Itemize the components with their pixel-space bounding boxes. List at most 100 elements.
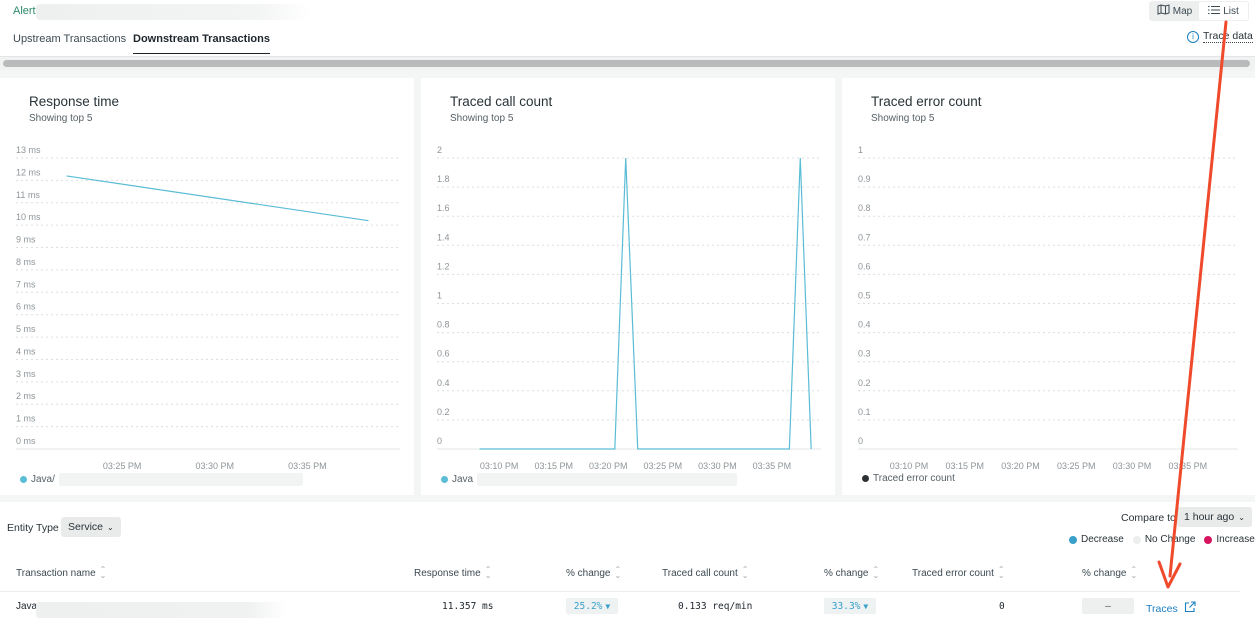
x-tick-label: 03:35 PM: [288, 461, 327, 471]
legend-label: Java/: [31, 474, 55, 485]
response-time-chart[interactable]: 0 ms 1 ms 2 ms 3 ms 4 ms 5 ms 6 ms 7 ms 8 ms 9 ms…: [0, 78, 414, 495]
x-tick-label: 03:25 PM: [644, 461, 683, 471]
entity-type-select[interactable]: Service ⌄: [61, 517, 121, 537]
legend-swatch: [862, 475, 869, 482]
y-tick-label: 1.4: [437, 232, 450, 242]
tab-downstream-transactions[interactable]: Downstream Transactions: [133, 33, 270, 54]
decrease-arrow-icon: ▼: [605, 601, 611, 611]
y-tick-label: 11 ms: [16, 190, 40, 200]
traced-error-change-badge: –: [1082, 598, 1134, 614]
header-divider: [0, 591, 1240, 592]
y-tick-label: 1.2: [437, 261, 450, 271]
column-label: Transaction name: [16, 567, 96, 579]
redacted-transaction-name: [36, 602, 286, 618]
y-tick-label: 6 ms: [16, 302, 36, 312]
y-tick-label: 0.3: [858, 349, 871, 359]
y-tick-label: 1.8: [437, 174, 450, 184]
y-tick-label: 9 ms: [16, 235, 36, 245]
x-tick-label: 03:30 PM: [1113, 461, 1152, 471]
y-tick-label: 1: [858, 145, 863, 155]
response-time-chart-card: Response time Showing top 5 0 ms 1 ms 2 ms…: [0, 78, 414, 495]
chevron-down-icon: ⌄: [1238, 512, 1245, 522]
redacted-series-name: [58, 473, 303, 486]
column-header-traced-call-count[interactable]: Traced call count ⌃ ⌄: [662, 565, 749, 580]
chart-legend[interactable]: Java: [441, 473, 738, 486]
decrease-swatch: [1069, 535, 1077, 544]
change-value: –: [1105, 600, 1111, 612]
column-label: % change: [566, 567, 611, 579]
sort-icon: ⌃ ⌄: [484, 565, 492, 580]
x-tick-label: 03:15 PM: [534, 461, 573, 471]
column-header-response-time-change[interactable]: % change ⌃ ⌄: [566, 565, 622, 580]
x-tick-label: 03:30 PM: [698, 461, 737, 471]
list-icon: [1208, 5, 1221, 18]
sort-icon: ⌃ ⌄: [741, 565, 749, 580]
traced-call-count-chart-card: Traced call count Showing top 5 0 0.2 0.4 0…: [421, 78, 835, 495]
change-legend: Decrease No Change Increase: [1069, 534, 1255, 545]
x-tick-label: 03:10 PM: [890, 461, 929, 471]
x-tick-label: 03:25 PM: [1057, 461, 1096, 471]
legend-label: Decrease: [1081, 534, 1124, 545]
horizontal-scrollbar[interactable]: [0, 56, 1255, 70]
response-time-change-badge: 25.2% ▼: [566, 598, 618, 614]
list-view-button[interactable]: List: [1199, 2, 1248, 20]
traced-error-count-chart[interactable]: 0 0.1 0.2 0.3 0.4 0.5 0.6 0.7 0.8 0.9 1 03:10 PM 03:…: [842, 78, 1255, 495]
series-line-0: [479, 157, 812, 450]
change-value: 33.3%: [831, 600, 861, 612]
charts-area: Response time Showing top 5 0 ms 1 ms 2 ms…: [0, 70, 1255, 502]
legend-decrease: Decrease: [1069, 534, 1124, 545]
legend-swatch: [20, 476, 27, 483]
y-tick-label: 3 ms: [16, 369, 36, 379]
column-label: Traced call count: [662, 567, 738, 579]
column-header-transaction-name[interactable]: Transaction name ⌃ ⌄: [16, 565, 107, 580]
x-tick-label: 03:35 PM: [1169, 461, 1208, 471]
entity-type-value: Service: [68, 521, 104, 533]
sort-icon: ⌃ ⌄: [872, 565, 880, 580]
traced-call-count-chart[interactable]: 0 0.2 0.4 0.6 0.8 1 1.2 1.4 1.6 1.8 2 03:10 PM 03:15…: [421, 78, 835, 495]
legend-label: No Change: [1144, 534, 1196, 545]
trace-data-info[interactable]: i Trace data: [1187, 30, 1253, 43]
sort-icon: ⌃ ⌄: [997, 565, 1005, 580]
column-header-response-time[interactable]: Response time ⌃ ⌄: [414, 565, 492, 580]
legend-swatch: [441, 476, 448, 483]
y-tick-label: 0.2: [858, 378, 871, 388]
y-tick-label: 0.8: [437, 320, 450, 330]
legend-label: Traced error count: [873, 473, 955, 484]
redacted-series-name: [477, 473, 738, 486]
y-tick-label: 1: [437, 291, 442, 301]
chart-legend[interactable]: Traced error count: [862, 473, 955, 484]
y-tick-label: 0.9: [858, 174, 871, 184]
external-link-icon: [1184, 601, 1196, 616]
column-label: Traced error count: [912, 567, 994, 579]
traces-link[interactable]: Traces: [1146, 601, 1196, 616]
chart-legend[interactable]: Java/: [20, 473, 303, 486]
column-header-traced-error-count[interactable]: Traced error count ⌃ ⌄: [912, 565, 1005, 580]
column-header-traced-error-change[interactable]: % change ⌃ ⌄: [1082, 566, 1137, 580]
decrease-arrow-icon: ▼: [863, 601, 869, 611]
sort-icon: ⌃ ⌄: [99, 565, 107, 580]
y-tick-label: 0.4: [437, 378, 450, 388]
y-tick-label: 0.2: [437, 407, 450, 417]
transactions-table-section: Entity Type Service ⌄ Compare to 1 hour …: [0, 502, 1255, 636]
y-tick-label: 0.1: [858, 407, 871, 417]
y-tick-label: 4 ms: [16, 346, 36, 356]
entity-type-label: Entity Type: [7, 522, 59, 534]
trace-data-label: Trace data: [1203, 30, 1253, 43]
traces-link-label: Traces: [1146, 602, 1178, 615]
legend-label: Java: [452, 474, 474, 485]
map-view-button[interactable]: Map: [1150, 2, 1199, 20]
traced-error-count-chart-card: Traced error count Showing top 5 0 0.1 0.2…: [842, 78, 1255, 495]
y-tick-label: 8 ms: [16, 257, 36, 267]
redacted-alert-name: [36, 4, 311, 20]
info-icon: i: [1187, 30, 1199, 43]
scrollbar-thumb[interactable]: [3, 60, 1250, 67]
tab-upstream-transactions[interactable]: Upstream Transactions: [13, 33, 126, 53]
column-header-traced-call-change[interactable]: % change ⌃ ⌄: [824, 565, 880, 580]
legend-label: Increase: [1216, 534, 1255, 545]
compare-to-select[interactable]: 1 hour ago ⌄: [1177, 507, 1252, 527]
y-tick-label: 1 ms: [16, 414, 36, 424]
transaction-name[interactable]: Java: [16, 601, 37, 612]
sort-icon: ⌃ ⌄: [614, 565, 622, 580]
x-tick-label: 03:10 PM: [480, 461, 519, 471]
alert-breadcrumb-link[interactable]: Alert: [13, 5, 36, 17]
